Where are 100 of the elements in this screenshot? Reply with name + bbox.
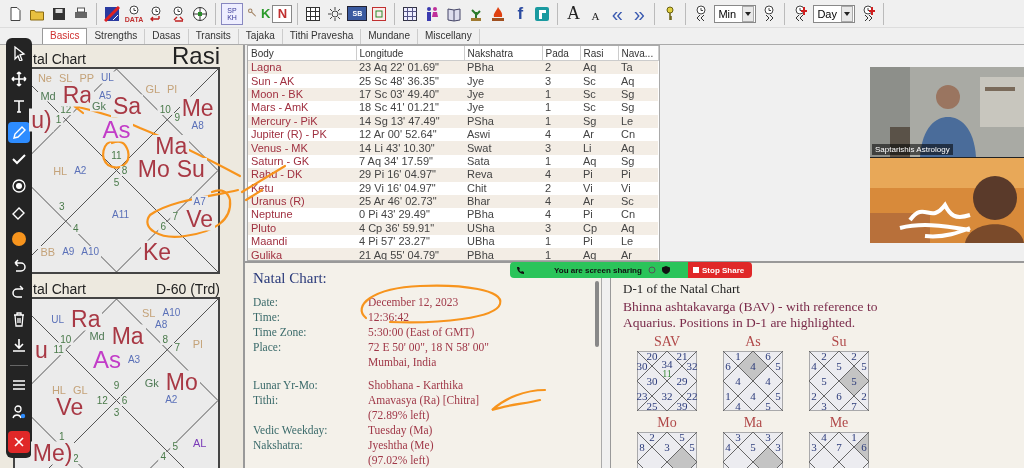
close-button[interactable] xyxy=(8,431,30,453)
toolbar-button[interactable]: A xyxy=(563,2,584,25)
house-number: 6 xyxy=(158,222,168,233)
point-label: SL xyxy=(140,307,158,320)
table-cell: Sg xyxy=(618,87,658,102)
point-label: UL xyxy=(99,71,116,84)
time-step-dropdown[interactable]: Day xyxy=(813,4,856,23)
bav-number: 22 xyxy=(686,390,697,402)
field-value: Mumbai, India xyxy=(368,355,437,370)
field-value: 72 E 50' 00", 18 N 58' 00" xyxy=(368,340,489,355)
table-cell: 3 xyxy=(542,74,580,88)
table-cell: Sc xyxy=(580,87,618,102)
bav-number: 2 xyxy=(821,351,827,362)
column-header[interactable]: Longitude xyxy=(356,46,464,61)
bav-number: 4 xyxy=(750,360,756,372)
clock-arrow-icon xyxy=(170,5,186,22)
text-tool-icon xyxy=(11,98,27,114)
table-cell: 4 Pi 57' 23.27" xyxy=(356,235,464,249)
table-cell: Aq xyxy=(580,154,618,169)
table-cell: 25 Ar 46' 02.73" xyxy=(356,194,464,209)
bav-number: 6 xyxy=(861,441,867,453)
point-label: A2 xyxy=(72,164,89,177)
chart-name: Su xyxy=(831,334,847,349)
table-cell: 1 xyxy=(542,114,580,128)
house-number: 7 xyxy=(170,212,181,223)
table-cell: Mars - AmK xyxy=(248,101,356,115)
table-cell: 25 Sc 48' 36.35" xyxy=(356,74,464,88)
chart-name: D-60 (Trd) xyxy=(155,281,220,297)
point-label: AL xyxy=(191,437,209,450)
chart-title: tal Chart xyxy=(33,281,86,297)
time-step-dropdown[interactable]: Min xyxy=(714,4,757,23)
table-cell: Pi xyxy=(580,208,618,222)
table-cell: Ketu xyxy=(248,181,356,195)
toolbar-button[interactable]: » xyxy=(629,2,650,25)
house-number: 9 xyxy=(111,381,122,392)
table-cell: Sata xyxy=(464,154,542,169)
table-cell: 4 xyxy=(542,168,580,182)
table-cell: Sg xyxy=(618,154,658,169)
table-cell: Bhar xyxy=(464,194,542,209)
table-cell: 1 xyxy=(542,101,580,115)
point-label: HL xyxy=(49,383,68,395)
house-number: 3 xyxy=(111,407,122,418)
table-cell: Sg xyxy=(618,101,658,115)
ink-stroke xyxy=(490,388,547,412)
sign-number: 11 xyxy=(662,368,672,379)
scrollbar[interactable] xyxy=(595,281,599,347)
chart-name: Ma xyxy=(743,415,763,430)
bav-number: 7 xyxy=(851,400,857,411)
undo-icon xyxy=(11,257,27,274)
column-header[interactable]: Nakshatra xyxy=(464,46,542,61)
toolbar-button[interactable]: f xyxy=(510,2,531,25)
table-cell: 12 Ar 00' 52.64" xyxy=(356,127,464,142)
point-label: HL xyxy=(51,164,70,177)
house-number: 5 xyxy=(111,177,122,188)
table-cell: 2 xyxy=(542,181,580,195)
chart-name: Rasi xyxy=(172,45,220,67)
table-cell: Sc xyxy=(618,194,658,209)
phone-icon xyxy=(516,266,524,274)
table-cell: 21 Aq 55' 04.79" xyxy=(356,248,464,260)
point-label: A3 xyxy=(125,353,143,366)
table-cell: Uranus (R) xyxy=(248,194,356,209)
house-number: 10 xyxy=(58,334,74,345)
chart-name: SAV xyxy=(653,334,681,349)
bav-number: 4 xyxy=(725,441,731,453)
annotation-tool[interactable] xyxy=(8,121,30,144)
table-cell: Pluto xyxy=(248,221,356,236)
field-value: (72.89% left) xyxy=(368,408,430,423)
table-cell: 1 xyxy=(542,154,580,169)
bav-number: 1 xyxy=(735,351,741,362)
table-cell: Ar xyxy=(580,127,618,142)
house-number: 12 xyxy=(94,395,110,406)
table-cell: Neptune xyxy=(248,208,356,222)
bav-number: 1 xyxy=(851,432,857,443)
field-value: Tuesday (Ma) xyxy=(368,423,433,438)
field-label: Lunar Yr-Mo: xyxy=(253,378,318,393)
bav-number: 5 xyxy=(861,360,867,372)
toolbar-button[interactable]: N xyxy=(272,4,293,23)
description: Bhinna ashtakavarga (BAV) - with reference to Aquarius. Positions in D-1 are highlighted. xyxy=(623,299,879,331)
field-label: Tithi: xyxy=(253,393,279,408)
column-header[interactable]: Pada xyxy=(542,46,580,61)
table-cell: UBha xyxy=(464,235,542,249)
bav-number: 32 xyxy=(686,360,697,372)
toolbar-button[interactable]: A xyxy=(585,2,606,25)
column-header[interactable]: Rasi xyxy=(580,46,618,61)
house-number: 8 xyxy=(160,334,170,345)
table-cell: 14 Sg 13' 47.49" xyxy=(356,114,464,128)
bav-number: 3 xyxy=(811,441,817,453)
table-cell: 3 xyxy=(542,221,580,236)
stop-share-button[interactable]: Stop Share xyxy=(688,262,753,278)
column-header[interactable]: Body xyxy=(248,46,356,61)
table-cell: Maandi xyxy=(248,235,356,249)
bav-number: 30 xyxy=(637,360,648,372)
column-header[interactable]: Nava... xyxy=(618,46,658,61)
house-number: 11 xyxy=(109,151,124,162)
toolbar-button[interactable]: « xyxy=(607,2,628,25)
move-icon xyxy=(11,71,27,88)
table-cell: Ar xyxy=(618,248,658,260)
table-cell: Reva xyxy=(464,168,542,182)
bav-number: 30 xyxy=(646,375,658,387)
tab[interactable]: Basics xyxy=(42,28,88,44)
